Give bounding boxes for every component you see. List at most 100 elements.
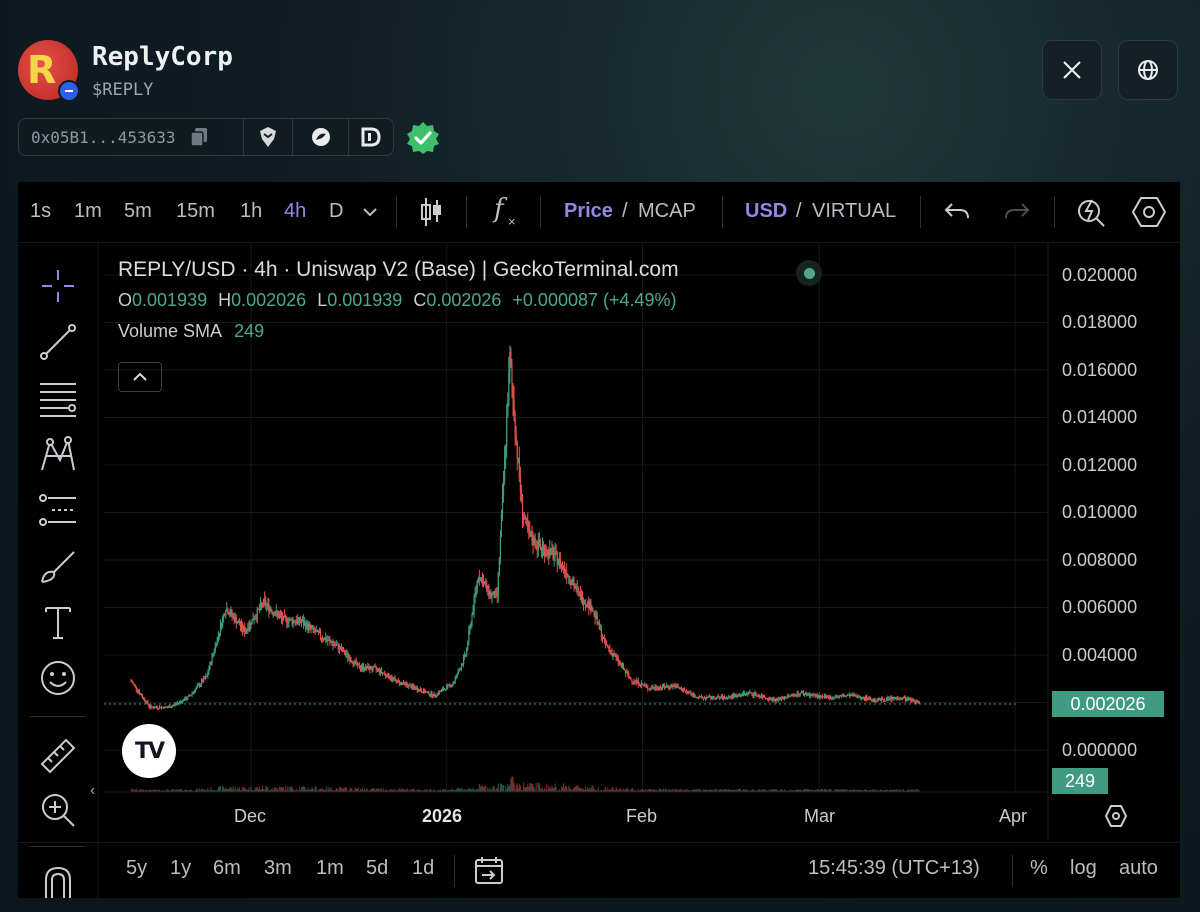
volume-bar <box>290 787 292 792</box>
pattern-icon[interactable] <box>38 434 78 474</box>
range-6m[interactable]: 6m <box>213 857 241 880</box>
settings-hexagon-icon[interactable] <box>1132 196 1166 228</box>
range-1m[interactable]: 1m <box>316 857 344 880</box>
candle-body <box>625 669 627 674</box>
mcap-toggle[interactable]: MCAP <box>638 200 696 223</box>
candle-body <box>448 684 450 686</box>
range-1y[interactable]: 1y <box>170 857 191 880</box>
candle-body <box>379 669 382 673</box>
candle-body <box>158 706 161 709</box>
candle-body <box>790 695 792 697</box>
quick-search-icon[interactable] <box>1076 196 1108 228</box>
security-scan-button[interactable] <box>244 119 293 155</box>
candle-body <box>170 707 172 709</box>
candle-body <box>204 677 206 679</box>
scale-settings-icon[interactable] <box>1104 804 1128 828</box>
candle-body <box>823 696 826 698</box>
trend-line-icon[interactable] <box>38 322 78 362</box>
candle-body <box>345 654 347 656</box>
candle-body <box>492 591 494 595</box>
forecast-icon[interactable] <box>38 490 78 530</box>
undo-icon[interactable] <box>944 200 970 224</box>
volume-bar <box>406 788 408 792</box>
price-toggle[interactable]: Price <box>564 200 613 223</box>
percent-toggle[interactable]: % <box>1030 857 1048 880</box>
candle-body <box>918 701 920 704</box>
tradingview-logo-icon[interactable]: TV <box>122 724 176 778</box>
chevron-down-icon[interactable] <box>362 206 378 218</box>
redo-icon[interactable] <box>1004 200 1030 224</box>
range-5y[interactable]: 5y <box>126 857 147 880</box>
candles-icon[interactable] <box>420 196 442 228</box>
volume-bar <box>479 786 482 792</box>
crosshair-icon[interactable] <box>38 266 78 306</box>
virtual-toggle[interactable]: VIRTUAL <box>812 200 896 223</box>
candle-body <box>316 630 318 632</box>
copy-icon[interactable] <box>189 127 208 147</box>
interval-4h[interactable]: 4h <box>284 200 306 223</box>
collapse-toolbar-icon[interactable]: ‹ <box>90 782 95 800</box>
volume-bar <box>266 786 268 792</box>
range-1d[interactable]: 1d <box>412 857 434 880</box>
candle-body <box>318 632 321 634</box>
candle-body <box>699 696 701 698</box>
candle-body <box>340 647 343 650</box>
interval-1h[interactable]: 1h <box>240 200 262 223</box>
emoji-icon[interactable] <box>38 658 78 698</box>
explorer-button[interactable] <box>293 119 350 155</box>
candle-body <box>364 669 366 671</box>
interval-1s[interactable]: 1s <box>30 200 51 223</box>
website-button[interactable] <box>1118 40 1178 100</box>
candle-body <box>430 692 432 695</box>
brush-icon[interactable] <box>38 546 78 586</box>
address-segment[interactable]: 0x05B1...453633 <box>19 119 245 155</box>
candle-body <box>344 649 346 655</box>
candle-body <box>793 694 795 696</box>
candle-body <box>607 644 609 647</box>
ruler-icon[interactable] <box>38 736 78 776</box>
volume-bar <box>472 787 474 792</box>
indicators-icon[interactable]: f <box>494 194 504 224</box>
x-social-button[interactable] <box>1042 40 1102 100</box>
candle-body <box>427 691 429 693</box>
candle-body <box>780 698 782 700</box>
text-tool-icon[interactable] <box>38 602 78 642</box>
interval-d[interactable]: D <box>329 200 343 223</box>
candle-body <box>142 696 144 698</box>
candle-body <box>651 687 653 690</box>
zoom-in-icon[interactable] <box>38 790 78 830</box>
volume-bar <box>574 786 576 792</box>
candle-body <box>476 580 478 589</box>
candle-body <box>238 621 241 626</box>
candle-body <box>890 697 892 700</box>
range-5d[interactable]: 5d <box>366 857 388 880</box>
candle-body <box>491 594 493 598</box>
candle-body <box>556 552 558 565</box>
fib-lines-icon[interactable] <box>38 378 78 418</box>
candle-body <box>587 601 589 607</box>
interval-1m[interactable]: 1m <box>74 200 102 223</box>
candle-body <box>133 683 135 685</box>
date-range-icon[interactable] <box>474 855 504 885</box>
collapse-legend-button[interactable] <box>118 362 162 392</box>
range-3m[interactable]: 3m <box>264 857 292 880</box>
candle-body <box>751 693 753 695</box>
clock[interactable]: 15:45:39 (UTC+13) <box>808 857 980 880</box>
auto-toggle[interactable]: auto <box>1119 857 1158 880</box>
candle-body <box>693 694 695 697</box>
interval-15m[interactable]: 15m <box>176 200 215 223</box>
candle-body <box>773 698 775 700</box>
log-toggle[interactable]: log <box>1070 857 1097 880</box>
volume-bar <box>517 788 519 792</box>
candle-body <box>727 696 729 699</box>
usd-toggle[interactable]: USD <box>745 200 787 223</box>
price-tick: 0.000000 <box>1062 740 1138 760</box>
candle-body <box>437 693 439 695</box>
candle-body <box>255 617 257 619</box>
interval-5m[interactable]: 5m <box>124 200 152 223</box>
dexscreener-button[interactable] <box>349 119 393 155</box>
volume-label: Volume SMA <box>118 321 222 341</box>
candle-body <box>711 698 713 700</box>
candle-body <box>177 702 179 704</box>
candle-body <box>194 689 196 692</box>
